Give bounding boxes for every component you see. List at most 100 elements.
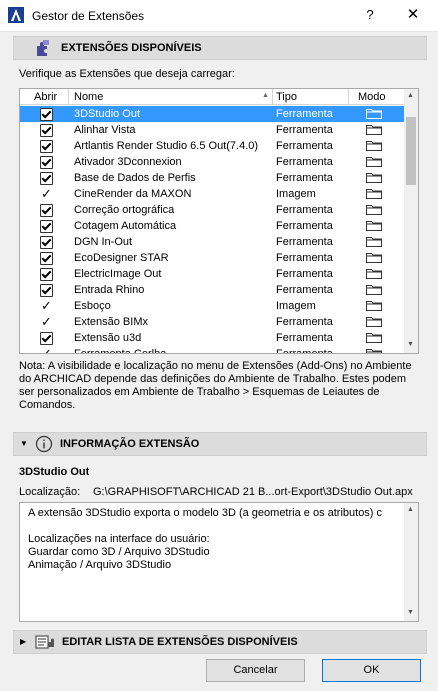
edit-list-header[interactable]: ▶ EDITAR LISTA DE EXTENSÕES DISPONÍVEIS — [13, 630, 427, 654]
location-label: Localização: — [19, 486, 81, 498]
folder-icon — [366, 333, 382, 343]
column-load[interactable]: Abrir — [34, 91, 57, 103]
list-item[interactable]: ElectricImage Out Ferramenta — [20, 266, 404, 282]
extension-name: DGN In-Out — [74, 236, 133, 248]
cancel-button[interactable]: Cancelar — [206, 659, 305, 682]
list-item[interactable]: ✓ CineRender da MAXON Imagem — [20, 186, 404, 202]
extension-type: Ferramenta — [276, 140, 333, 152]
extension-name: 3DStudio Out — [74, 108, 141, 120]
extension-type: Ferramenta — [276, 348, 333, 353]
list-item[interactable]: Extensão u3d Ferramenta — [20, 330, 404, 346]
column-name[interactable]: Nome — [74, 91, 103, 103]
extension-name: Extensão BIMx — [74, 316, 148, 328]
edit-list-title: EDITAR LISTA DE EXTENSÕES DISPONÍVEIS — [62, 636, 298, 648]
available-extensions-header: EXTENSÕES DISPONÍVEIS — [13, 36, 427, 60]
load-checkbox[interactable] — [40, 236, 53, 249]
folder-icon — [366, 317, 382, 327]
extension-type: Ferramenta — [276, 268, 333, 280]
extension-type: Imagem — [276, 300, 316, 312]
load-checkbox[interactable] — [40, 284, 53, 297]
extension-type: Ferramenta — [276, 108, 333, 120]
extension-info-title: INFORMAÇÃO EXTENSÃO — [60, 438, 200, 450]
load-checkbox[interactable] — [40, 204, 53, 217]
load-checkbox[interactable] — [40, 140, 53, 153]
folder-icon — [366, 205, 382, 215]
ok-button[interactable]: OK — [322, 659, 421, 682]
list-item[interactable]: Cotagem Automática Ferramenta — [20, 218, 404, 234]
load-checkbox[interactable] — [40, 172, 53, 185]
extension-type: Ferramenta — [276, 332, 333, 344]
load-checkbox[interactable] — [40, 332, 53, 345]
list-item[interactable]: Base de Dados de Perfis Ferramenta — [20, 170, 404, 186]
extension-name: CineRender da MAXON — [74, 188, 192, 200]
extension-type: Ferramenta — [276, 316, 333, 328]
folder-icon — [366, 253, 382, 263]
always-loaded-check-icon: ✓ — [41, 346, 52, 353]
list-item[interactable]: Ativador 3Dconnexion Ferramenta — [20, 154, 404, 170]
description-text: A extensão 3DStudio exporta o modelo 3D … — [28, 507, 383, 571]
info-icon — [35, 435, 53, 453]
extensions-list[interactable]: Abrir Nome ▲ Tipo Modo 3DStudio Out Ferra… — [19, 88, 419, 354]
list-item[interactable]: Alinhar Vista Ferramenta — [20, 122, 404, 138]
scroll-down-icon[interactable]: ▼ — [407, 341, 414, 348]
extension-type: Imagem — [276, 188, 316, 200]
window-title: Gestor de Extensões — [32, 9, 145, 23]
load-checkbox[interactable] — [40, 252, 53, 265]
folder-icon — [366, 221, 382, 231]
extension-type: Ferramenta — [276, 204, 333, 216]
help-button[interactable]: ? — [358, 4, 382, 26]
column-type[interactable]: Tipo — [276, 91, 297, 103]
close-button[interactable]: ✕ — [401, 4, 425, 26]
extension-name: Ativador 3Dconnexion — [74, 156, 182, 168]
list-item[interactable]: Correção ortográfica Ferramenta — [20, 202, 404, 218]
list-item[interactable]: 3DStudio Out Ferramenta — [20, 106, 404, 122]
description-box[interactable]: A extensão 3DStudio exporta o modelo 3D … — [19, 502, 419, 622]
folder-icon — [366, 269, 382, 279]
extension-name: Entrada Rhino — [74, 284, 145, 296]
available-extensions-title: EXTENSÕES DISPONÍVEIS — [61, 42, 202, 54]
extension-name: Cotagem Automática — [74, 220, 177, 232]
folder-icon — [366, 285, 382, 295]
list-scrollbar[interactable]: ▲ ▼ — [404, 89, 418, 353]
desc-scroll-up-icon[interactable]: ▲ — [407, 506, 414, 513]
list-item[interactable]: ✓ Ferramenta Cerlha Ferramenta — [20, 346, 404, 353]
expand-arrow-icon[interactable]: ▶ — [20, 637, 26, 646]
visibility-note: Nota: A visibilidade e localização no me… — [19, 360, 412, 411]
folder-icon — [366, 349, 382, 353]
sort-arrow-icon: ▲ — [262, 92, 269, 99]
extension-name: Alinhar Vista — [74, 124, 136, 136]
folder-icon — [366, 189, 382, 199]
list-item[interactable]: ✓ Esboço Imagem — [20, 298, 404, 314]
desc-scroll-down-icon[interactable]: ▼ — [407, 609, 414, 616]
extension-name: Extensão u3d — [74, 332, 142, 344]
list-header: Abrir Nome ▲ Tipo Modo — [20, 89, 404, 105]
extension-type: Ferramenta — [276, 284, 333, 296]
load-checkbox[interactable] — [40, 108, 53, 121]
list-item[interactable]: Entrada Rhino Ferramenta — [20, 282, 404, 298]
load-checkbox[interactable] — [40, 124, 53, 137]
list-item[interactable]: ✓ Extensão BIMx Ferramenta — [20, 314, 404, 330]
load-checkbox[interactable] — [40, 220, 53, 233]
folder-icon — [366, 157, 382, 167]
scroll-up-icon[interactable]: ▲ — [407, 92, 414, 99]
folder-icon — [366, 125, 382, 135]
column-mode[interactable]: Modo — [358, 91, 386, 103]
load-checkbox[interactable] — [40, 156, 53, 169]
list-item[interactable]: EcoDesigner STAR Ferramenta — [20, 250, 404, 266]
selected-extension-name: 3DStudio Out — [19, 466, 90, 478]
extension-name: Ferramenta Cerlha — [74, 348, 166, 353]
archicad-logo-icon — [8, 7, 24, 23]
edit-list-icon — [35, 635, 54, 649]
extension-info-header[interactable]: ▼ INFORMAÇÃO EXTENSÃO — [13, 432, 427, 456]
folder-icon — [366, 301, 382, 311]
puzzle-icon — [37, 40, 49, 56]
scroll-thumb[interactable] — [406, 117, 416, 185]
collapse-arrow-icon[interactable]: ▼ — [20, 439, 28, 448]
always-loaded-check-icon: ✓ — [41, 298, 52, 313]
list-item[interactable]: DGN In-Out Ferramenta — [20, 234, 404, 250]
extension-name: Artlantis Render Studio 6.5 Out(7.4.0) — [74, 140, 259, 152]
description-scrollbar[interactable]: ▲ ▼ — [404, 503, 418, 621]
list-item[interactable]: Artlantis Render Studio 6.5 Out(7.4.0) Fe… — [20, 138, 404, 154]
load-checkbox[interactable] — [40, 268, 53, 281]
folder-icon — [366, 173, 382, 183]
